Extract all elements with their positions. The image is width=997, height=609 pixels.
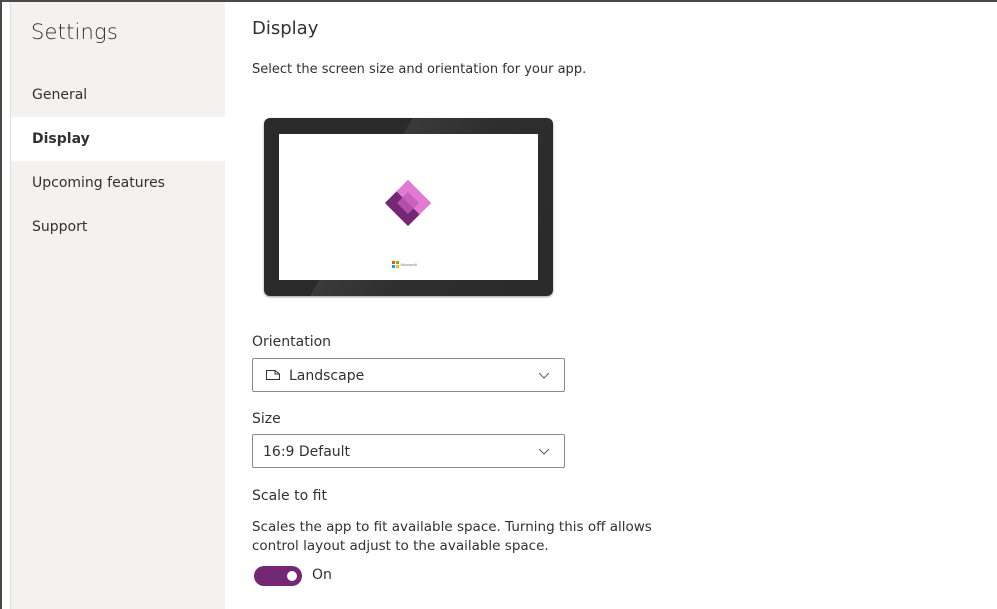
sidebar-item-upcoming-features[interactable]: Upcoming features xyxy=(11,161,225,205)
size-dropdown[interactable]: 16:9 Default xyxy=(252,434,565,468)
sidebar-item-label: Display xyxy=(32,131,90,147)
orientation-dropdown[interactable]: Landscape xyxy=(252,358,565,392)
size-label: Size xyxy=(252,411,281,427)
page-subtitle: Select the screen size and orientation f… xyxy=(252,62,587,77)
toggle-knob xyxy=(287,571,297,581)
size-value: 16:9 Default xyxy=(263,444,351,460)
sidebar-item-label: General xyxy=(32,87,88,103)
sidebar-item-label: Support xyxy=(32,219,88,235)
scale-to-fit-label: Scale to fit xyxy=(252,488,327,504)
sidebar-title: Settings xyxy=(31,20,119,44)
microsoft-logo: Microsoft xyxy=(392,261,417,268)
device-preview: Microsoft xyxy=(264,118,553,296)
power-apps-icon xyxy=(385,180,431,226)
scale-to-fit-toggle-state: On xyxy=(312,567,332,583)
orientation-label: Orientation xyxy=(252,334,332,350)
device-screen: Microsoft xyxy=(279,134,538,280)
microsoft-logo-text: Microsoft xyxy=(400,261,417,267)
sidebar-item-display[interactable]: Display xyxy=(11,117,225,161)
chevron-down-icon xyxy=(538,448,550,455)
scale-to-fit-toggle[interactable] xyxy=(254,566,302,586)
sidebar-item-general[interactable]: General xyxy=(11,73,225,117)
sidebar: Settings General Display Upcoming featur… xyxy=(10,2,225,609)
landscape-icon xyxy=(266,370,280,380)
sidebar-item-label: Upcoming features xyxy=(32,175,165,191)
main-content: Display Select the screen size and orien… xyxy=(224,2,997,609)
chevron-down-icon xyxy=(538,372,550,379)
page-title: Display xyxy=(252,18,319,39)
orientation-value: Landscape xyxy=(289,368,365,384)
scale-to-fit-description: Scales the app to fit available space. T… xyxy=(252,519,652,554)
sidebar-item-support[interactable]: Support xyxy=(11,205,225,249)
